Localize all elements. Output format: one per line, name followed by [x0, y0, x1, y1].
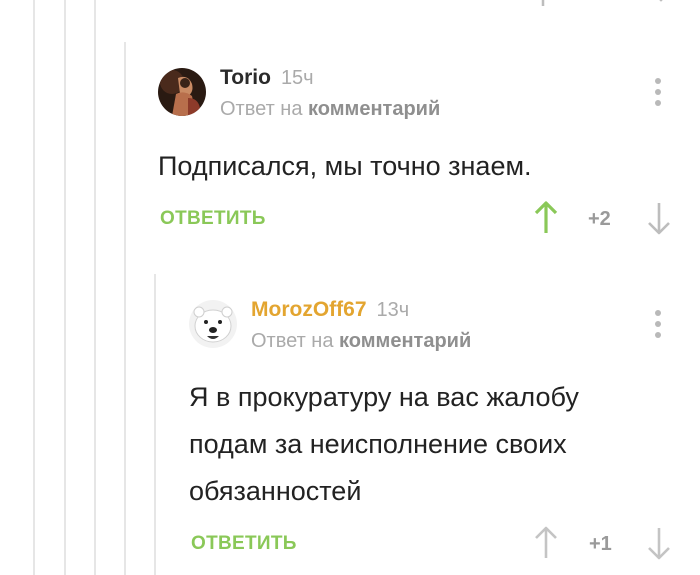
thread-line — [94, 0, 96, 575]
comment-text: Я в прокуратуру на вас жалобу подам за н… — [189, 374, 579, 515]
more-options-icon[interactable] — [655, 310, 661, 338]
reply-to-prefix: Ответ на — [220, 98, 303, 120]
reply-to-line: Ответ на комментарий — [220, 98, 440, 121]
vote-score: +1 — [589, 533, 612, 555]
arrow-down-icon[interactable] — [652, 0, 670, 6]
comment: Torio 15ч Ответ на комментарий Подписался… — [158, 66, 698, 243]
author-name[interactable]: Torio — [220, 66, 271, 89]
thread-line — [64, 0, 66, 575]
author-name[interactable]: MorozOff67 — [251, 298, 367, 321]
timestamp: 13ч — [376, 299, 410, 321]
reply-to-link[interactable]: комментарий — [339, 330, 471, 352]
arrow-down-icon[interactable] — [647, 526, 671, 560]
reply-to-prefix: Ответ на — [251, 330, 334, 352]
arrow-up-icon[interactable] — [534, 0, 552, 6]
arrow-up-icon[interactable] — [534, 201, 558, 235]
comment-text-line: подам за неисполнение своих — [189, 429, 567, 459]
comment-text-line: обязанностей — [189, 476, 362, 506]
reply-button[interactable]: ОТВЕТИТЬ — [160, 208, 266, 230]
avatar[interactable] — [189, 300, 237, 348]
comment-text-line: Я в прокуратуру на вас жалобу — [189, 382, 579, 412]
comment-text: Подписался, мы точно знаем. — [158, 151, 532, 181]
reply-to-link[interactable]: комментарий — [308, 98, 440, 120]
thread-line — [33, 0, 35, 575]
reply-to-line: Ответ на комментарий — [251, 330, 471, 353]
thread-line — [154, 274, 156, 575]
arrow-up-icon[interactable] — [534, 526, 558, 560]
avatar[interactable] — [158, 68, 206, 116]
thread-line — [124, 42, 126, 575]
more-options-icon[interactable] — [655, 78, 661, 106]
timestamp: 15ч — [280, 67, 314, 89]
vote-score: +2 — [588, 208, 611, 230]
reply-button[interactable]: ОТВЕТИТЬ — [191, 533, 297, 555]
arrow-down-icon[interactable] — [647, 201, 671, 235]
comment: MorozOff67 13ч Ответ на комментарий Я в п… — [189, 298, 699, 575]
